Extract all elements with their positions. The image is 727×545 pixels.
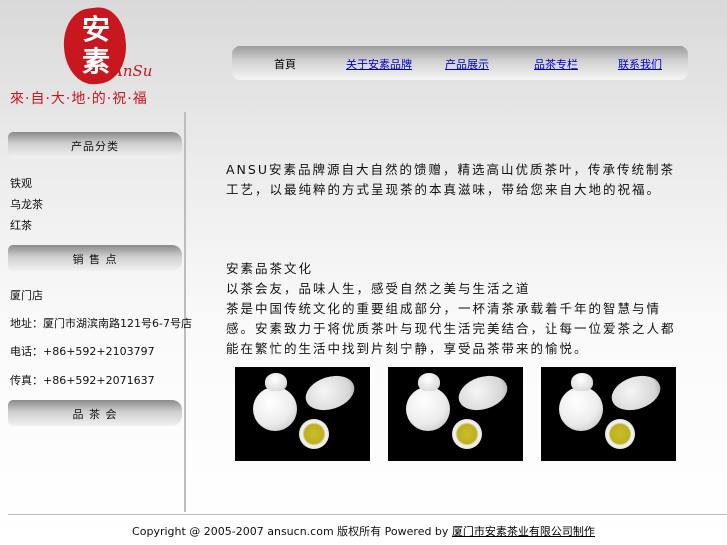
footer-company-link[interactable]: 厦门市安素茶业有限公司制作 (452, 525, 595, 538)
lid-shape (571, 373, 593, 391)
cup-shape (406, 387, 450, 431)
content-section: 安素品茶文化 以茶会友，品味人生，感受自然之美与生活之道 茶是中国传统文化的重要… (226, 259, 682, 359)
section-body: 茶是中国传统文化的重要组成部分，一杯清茶承载着千年的智慧与情感。安素致力于将优质… (226, 301, 676, 356)
nav-home-link[interactable]: 首頁 (274, 56, 296, 72)
cup-shape (559, 387, 603, 431)
sidebar: 产品分类 铁观 乌龙茶 红茶 销 售 点 厦门店 地址：厦门市湖滨南路121号6… (8, 112, 192, 512)
sidebar-header-sales: 销 售 点 (8, 245, 182, 271)
top-nav: 首頁 关于安素品牌 产品展示 品茶专栏 联系我们 (232, 46, 688, 80)
section-title: 安素品茶文化 (226, 261, 314, 276)
footer: Copyright @ 2005-2007 ansucn.com 版权所有 Po… (0, 523, 727, 539)
tea-set-photo[interactable] (235, 367, 370, 461)
dish-shape (301, 370, 359, 416)
logo[interactable]: 安素 AnSu 來·自·大·地·的·祝·福 (8, 4, 186, 110)
footer-rights: 版权所有 (337, 525, 382, 538)
tea-set-photo[interactable] (388, 367, 523, 461)
nav-item-contact[interactable]: 联系我们 (618, 56, 662, 72)
nav-item-tea-column[interactable]: 品茶专栏 (534, 56, 578, 72)
sales-phone: 电话：+86+592+2103797 (10, 345, 155, 358)
tea-shape (452, 419, 482, 449)
dish-shape (454, 370, 512, 416)
lid-shape (418, 373, 440, 391)
tea-shape (605, 419, 635, 449)
sidebar-header-categories: 产品分类 (8, 132, 182, 158)
sidebar-item-category[interactable]: 红茶 (10, 217, 32, 233)
sales-store-name: 厦门店 (10, 289, 43, 302)
nav-item-products[interactable]: 产品展示 (445, 56, 489, 72)
footer-divider (8, 514, 727, 515)
section-subtitle: 以茶会友，品味人生，感受自然之美与生活之道 (226, 281, 531, 296)
tea-shape (299, 419, 329, 449)
sidebar-header-tasting[interactable]: 品 茶 会 (8, 400, 182, 426)
logo-script-text: AnSu (112, 62, 153, 80)
footer-copyright: Copyright @ 2005-2007 ansucn.com (132, 525, 334, 538)
cup-shape (253, 387, 297, 431)
sidebar-header-label: 品 茶 会 (72, 408, 118, 421)
footer-powered: Powered by (384, 525, 449, 538)
sales-fax: 传真：+86+592+2071637 (10, 374, 155, 387)
tea-set-photo[interactable] (541, 367, 676, 461)
nav-item-about[interactable]: 关于安素品牌 (346, 56, 412, 72)
sales-address: 地址：厦门市湖滨南路121号6-7号店 (10, 317, 192, 330)
logo-tagline: 來·自·大·地·的·祝·福 (10, 91, 148, 107)
lid-shape (265, 373, 287, 391)
sidebar-header-label: 产品分类 (71, 140, 119, 153)
intro-paragraph: ANSU安素品牌源自大自然的馈赠，精选高山优质茶叶，传承传统制茶工艺，以最纯粹的… (226, 162, 675, 197)
dish-shape (607, 370, 665, 416)
page: 安素 AnSu 來·自·大·地·的·祝·福 首頁 关于安素品牌 产品展示 品茶专… (0, 0, 727, 545)
sidebar-item-category[interactable]: 铁观 (10, 175, 32, 191)
sidebar-header-label: 销 售 点 (72, 253, 118, 266)
sidebar-item-category[interactable]: 乌龙茶 (10, 196, 43, 212)
